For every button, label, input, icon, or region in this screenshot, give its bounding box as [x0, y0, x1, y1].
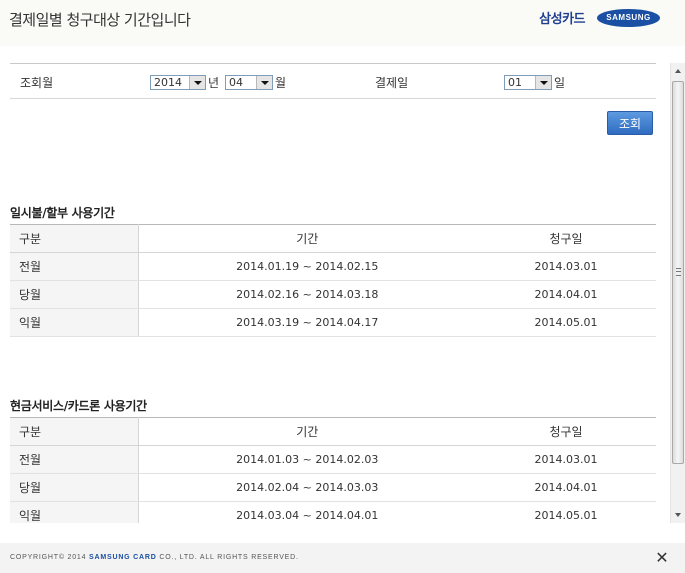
samsung-logo: SAMSUNG: [597, 8, 660, 27]
year-select[interactable]: 2014: [150, 75, 206, 90]
search-form: 조회월 2014 년 04 월 결제일 01 일: [10, 63, 656, 99]
column-header: 청구일: [476, 224, 656, 253]
month-select[interactable]: 04: [225, 75, 273, 90]
chevron-down-icon[interactable]: [535, 76, 551, 89]
lumpsum-period-table: 구분 기간 청구일 전월 2014.01.19 ~ 2014.02.15 201…: [10, 224, 656, 337]
billing-date-cell: 2014.03.01: [476, 252, 656, 281]
table-row: 전월 2014.01.19 ~ 2014.02.15 2014.03.01: [10, 252, 656, 281]
billing-date-cell: 2014.03.01: [476, 445, 656, 474]
brand-name: 삼성카드: [539, 12, 585, 27]
billing-date-cell: 2014.04.01: [476, 280, 656, 309]
column-header: 기간: [138, 224, 476, 253]
column-header: 청구일: [476, 417, 656, 446]
grip-icon: [676, 268, 681, 276]
footer: COPYRIGHT© 2014 SAMSUNG CARD CO., LTD. A…: [0, 543, 685, 573]
period-cell: 2014.01.19 ~ 2014.02.15: [138, 252, 476, 281]
table-row: 전월 2014.01.03 ~ 2014.02.03 2014.03.01: [10, 445, 656, 474]
payday-label: 결제일: [375, 76, 409, 90]
table-row: 익월 2014.03.19 ~ 2014.04.17 2014.05.01: [10, 308, 656, 337]
header: 결제일별 청구대상 기간입니다 삼성카드 SAMSUNG: [0, 0, 685, 46]
billing-date-cell: 2014.05.01: [476, 308, 656, 337]
close-icon[interactable]: ✕: [652, 547, 672, 567]
page-title: 결제일별 청구대상 기간입니다: [9, 11, 191, 29]
year-unit: 년: [208, 76, 220, 90]
payday-unit: 일: [554, 76, 566, 90]
copyright-text: COPYRIGHT© 2014 SAMSUNG CARD CO., LTD. A…: [10, 554, 299, 561]
cash-period-table: 구분 기간 청구일 전월 2014.01.03 ~ 2014.02.03 201…: [10, 417, 656, 523]
row-label: 당월: [10, 280, 139, 309]
content-area: 조회월 2014 년 04 월 결제일 01 일 조회 일시불/할부 사용기간 …: [0, 63, 670, 523]
copyright-company: SAMSUNG CARD: [89, 554, 157, 561]
month-unit: 월: [275, 76, 287, 90]
row-label: 익월: [10, 501, 139, 523]
table-row: 당월 2014.02.04 ~ 2014.03.03 2014.04.01: [10, 473, 656, 502]
billing-date-cell: 2014.05.01: [476, 501, 656, 523]
row-label: 익월: [10, 308, 139, 337]
column-header: 구분: [10, 417, 139, 446]
period-cell: 2014.02.16 ~ 2014.03.18: [138, 280, 476, 309]
month-label: 조회월: [20, 76, 54, 90]
month-value: 04: [229, 76, 243, 89]
section-title-cash: 현금서비스/카드론 사용기간: [10, 399, 147, 413]
table-header-row: 구분 기간 청구일: [10, 417, 656, 446]
scroll-up-arrow-icon[interactable]: [671, 63, 685, 79]
table-header-row: 구분 기간 청구일: [10, 224, 656, 253]
search-button[interactable]: 조회: [607, 111, 653, 135]
period-cell: 2014.01.03 ~ 2014.02.03: [138, 445, 476, 474]
year-value: 2014: [154, 76, 182, 89]
table-row: 당월 2014.02.16 ~ 2014.03.18 2014.04.01: [10, 280, 656, 309]
chevron-down-icon[interactable]: [189, 76, 205, 89]
scroll-down-arrow-icon[interactable]: [671, 507, 685, 523]
payday-value: 01: [508, 76, 522, 89]
vertical-scrollbar[interactable]: [670, 63, 685, 523]
period-cell: 2014.02.04 ~ 2014.03.03: [138, 473, 476, 502]
copyright-suffix: CO., LTD. ALL RIGHTS RESERVED.: [159, 554, 299, 561]
brand: 삼성카드 SAMSUNG: [539, 8, 660, 27]
table-row: 익월 2014.03.04 ~ 2014.04.01 2014.05.01: [10, 501, 656, 523]
period-cell: 2014.03.04 ~ 2014.04.01: [138, 501, 476, 523]
period-cell: 2014.03.19 ~ 2014.04.17: [138, 308, 476, 337]
row-label: 당월: [10, 473, 139, 502]
column-header: 구분: [10, 224, 139, 253]
payday-select[interactable]: 01: [504, 75, 552, 90]
section-title-lumpsum: 일시불/할부 사용기간: [10, 206, 115, 220]
chevron-down-icon[interactable]: [256, 76, 272, 89]
row-label: 전월: [10, 445, 139, 474]
scrollbar-thumb[interactable]: [672, 81, 684, 464]
copyright-prefix: COPYRIGHT© 2014: [10, 554, 87, 561]
billing-date-cell: 2014.04.01: [476, 473, 656, 502]
row-label: 전월: [10, 252, 139, 281]
column-header: 기간: [138, 417, 476, 446]
